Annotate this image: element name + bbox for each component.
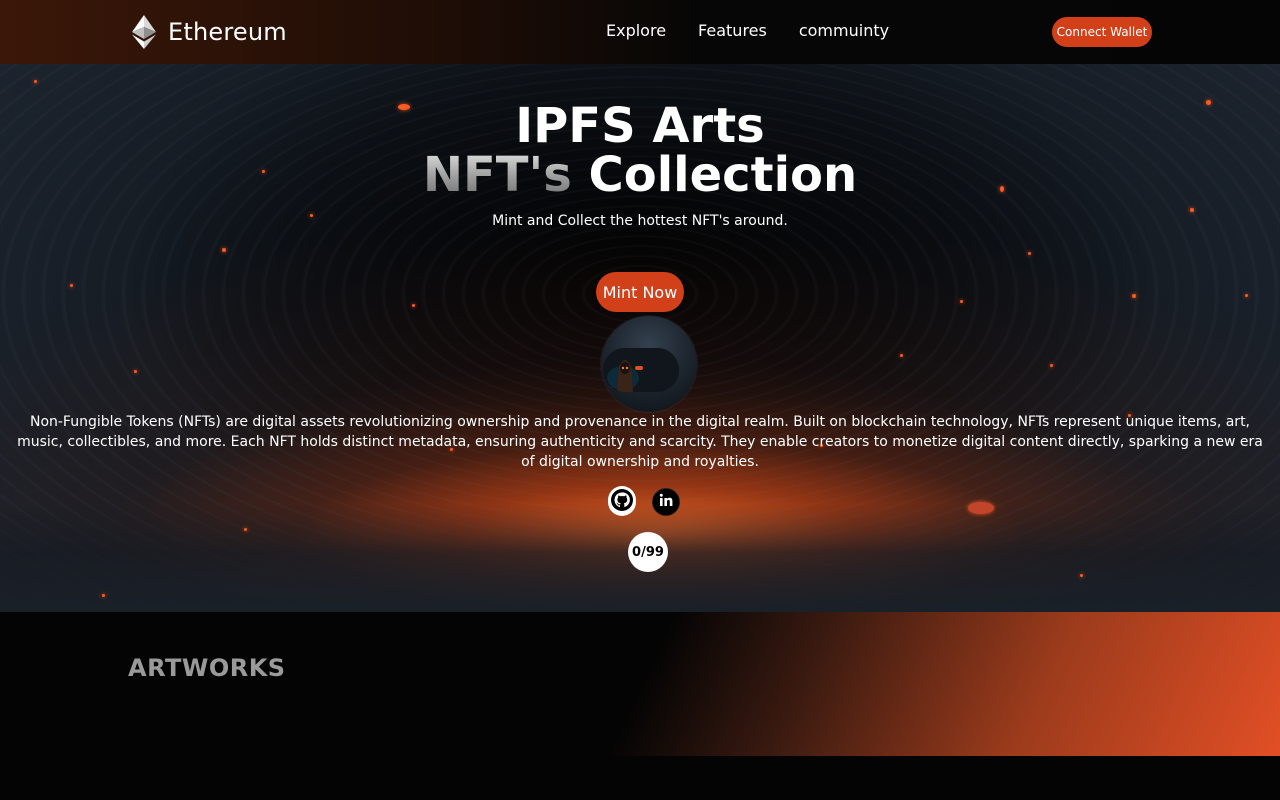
connect-wallet-button[interactable]: Connect Wallet [1052, 17, 1152, 47]
mint-now-button[interactable]: Mint Now [596, 272, 684, 312]
linkedin-link[interactable] [652, 488, 680, 516]
ethereum-icon [132, 15, 156, 49]
hero-title-line1: IPFS Arts [515, 98, 765, 154]
nav-link-features[interactable]: Features [698, 21, 767, 40]
github-link[interactable] [608, 485, 636, 519]
github-icon [608, 485, 636, 519]
artworks-heading: ARTWORKS [128, 654, 286, 682]
nft-avatar-image [603, 348, 679, 392]
hero-title-highlight: NFT's [422, 147, 572, 203]
linkedin-icon [658, 492, 674, 513]
brand-logo[interactable]: Ethereum [132, 14, 287, 50]
artworks-section: ARTWORKS [0, 612, 1280, 756]
nav-link-community[interactable]: commuinty [799, 21, 889, 40]
nav-link-explore[interactable]: Explore [606, 21, 666, 40]
top-navbar: Ethereum Explore Features commuinty Conn… [0, 0, 1280, 64]
hero-description: Non-Fungible Tokens (NFTs) are digital a… [17, 414, 1263, 470]
mint-counter-badge: 0/99 [628, 532, 668, 572]
hero-title-line2: NFT's Collection [0, 151, 1280, 199]
hero-section: IPFS Arts NFT's Collection Mint and Coll… [0, 64, 1280, 612]
brand-name: Ethereum [168, 18, 287, 46]
nft-avatar [601, 316, 697, 412]
main-nav: Explore Features commuinty [606, 21, 889, 40]
hero-title-rest: Collection [588, 147, 858, 203]
hero-subtitle: Mint and Collect the hottest NFT's aroun… [492, 213, 788, 229]
